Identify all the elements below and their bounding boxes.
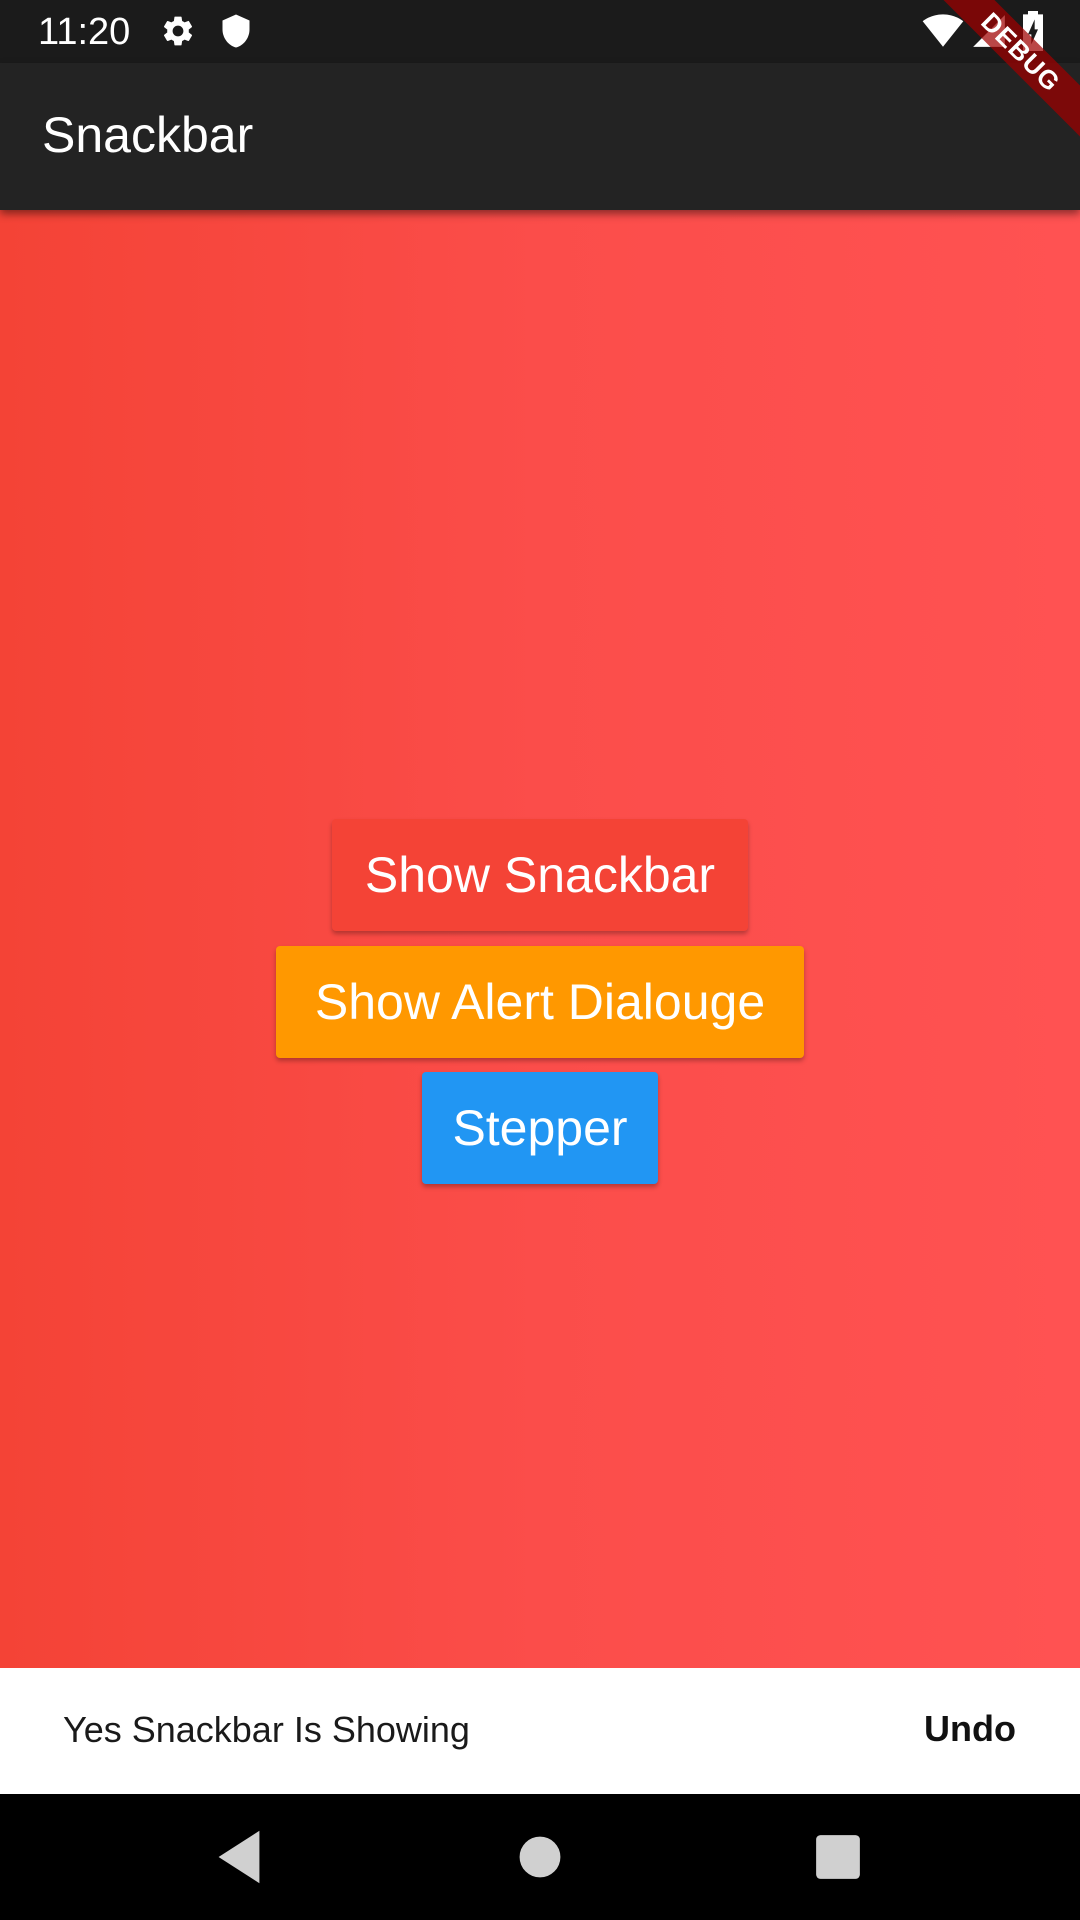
app-screen: 11:20 Snackbar DEBUG Show Snackbar Show … <box>0 0 1080 1920</box>
show-snackbar-button[interactable]: Show Snackbar <box>332 819 748 931</box>
system-nav-bar <box>0 1794 1080 1920</box>
main-content: Show Snackbar Show Alert Dialouge Steppe… <box>0 210 1080 1668</box>
debug-label: DEBUG <box>934 0 1080 139</box>
snackbar: Yes Snackbar Is Showing Undo <box>0 1668 1080 1794</box>
home-icon[interactable] <box>505 1822 575 1892</box>
snackbar-undo-button[interactable]: Undo <box>924 1704 1016 1754</box>
debug-banner: DEBUG <box>920 0 1080 160</box>
status-time: 11:20 <box>38 11 131 53</box>
recents-icon[interactable] <box>803 1822 873 1892</box>
show-alert-dialog-button[interactable]: Show Alert Dialouge <box>276 946 804 1058</box>
page-title: Snackbar <box>42 107 254 163</box>
stepper-button[interactable]: Stepper <box>422 1072 658 1184</box>
shield-icon <box>222 14 250 48</box>
back-icon[interactable] <box>204 1822 274 1892</box>
snackbar-message: Yes Snackbar Is Showing <box>63 1709 470 1750</box>
app-bar: Snackbar <box>0 63 1080 210</box>
settings-icon <box>163 16 193 46</box>
status-bar: 11:20 <box>0 0 1080 63</box>
